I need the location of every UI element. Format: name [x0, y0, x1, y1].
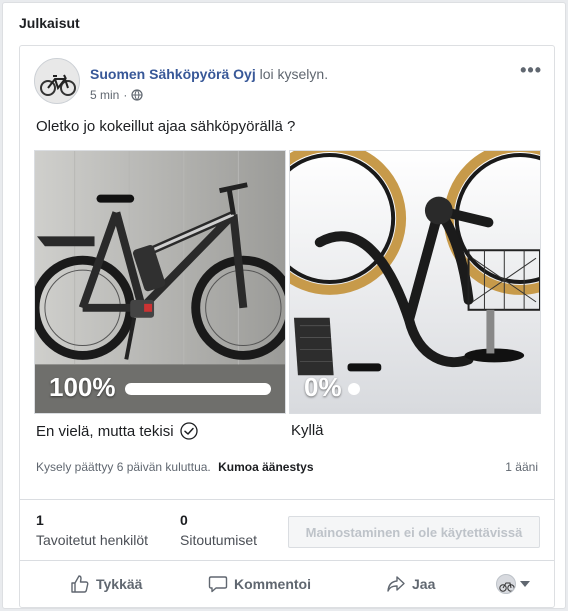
thumbs-up-icon — [71, 575, 89, 593]
poll-option-2-percent: 0% — [304, 372, 342, 402]
comment-label: Kommentoi — [234, 576, 311, 592]
poll-option-2[interactable]: 0% — [289, 150, 541, 414]
engagement-stat[interactable]: 0 Sitoutumiset — [180, 512, 257, 548]
poll-option-1-bar-fill — [125, 383, 271, 395]
poll-option-2-text: Kyllä — [291, 422, 324, 439]
page-avatar[interactable] — [34, 58, 80, 104]
reach-stat[interactable]: 1 Tavoitetut henkilöt — [36, 512, 148, 548]
vote-count[interactable]: 1 ääni — [505, 460, 538, 474]
divider — [20, 560, 554, 561]
globe-icon[interactable] — [131, 89, 143, 101]
undo-vote-link[interactable]: Kumoa äänestys — [218, 460, 313, 474]
poll-footer: Kysely päättyy 6 päivän kuluttua. Kumoa … — [36, 460, 538, 474]
post-author-line: Suomen Sähköpyörä Oyj loi kyselyn. — [90, 66, 328, 82]
posts-panel: Julkaisut Suomen Sähköpyörä Oyj loi kyse… — [2, 2, 566, 609]
poll-option-2-bar-fill — [348, 383, 360, 395]
reach-value: 1 — [36, 512, 44, 528]
page-mini-avatar — [496, 574, 516, 594]
chevron-down-icon — [520, 581, 530, 587]
poll-option-1-label[interactable]: En vielä, mutta tekisi — [36, 422, 198, 440]
more-dots-icon[interactable]: ••• — [520, 60, 542, 81]
engagement-label: Sitoutumiset — [180, 532, 258, 548]
like-label: Tykkää — [96, 576, 143, 592]
post-actions: Tykkää Kommentoi Jaa — [20, 566, 554, 602]
section-title: Julkaisut — [19, 15, 80, 31]
checkmark-circle-icon — [179, 422, 198, 440]
comment-button[interactable]: Kommentoi — [208, 566, 311, 602]
poll-end-text: Kysely päättyy 6 päivän kuluttua. — [36, 460, 211, 474]
post-action-text: loi kyselyn. — [259, 66, 329, 82]
share-label: Jaa — [412, 576, 436, 592]
meta-separator: · — [123, 88, 128, 102]
post-meta: 5 min · — [90, 88, 143, 102]
promote-button[interactable]: Mainostaminen ei ole käytettävissä — [288, 516, 540, 548]
poll-option-1-percent: 100% — [49, 372, 116, 402]
poll-option-1-text: En vielä, mutta tekisi — [36, 422, 174, 440]
poll-option-2-bar — [348, 383, 526, 395]
share-arrow-icon — [387, 576, 405, 592]
bike-avatar-image — [35, 59, 79, 103]
engagement-value: 0 — [180, 512, 188, 528]
share-button[interactable]: Jaa — [386, 566, 435, 602]
comment-icon — [208, 576, 228, 593]
poll-option-1[interactable]: 100% — [34, 150, 286, 414]
poll-option-1-bar — [125, 383, 271, 395]
author-link[interactable]: Suomen Sähköpyörä Oyj — [90, 66, 256, 82]
divider — [20, 499, 554, 500]
like-button[interactable]: Tykkää — [70, 566, 142, 602]
post-time[interactable]: 5 min — [90, 88, 119, 102]
page-selector-button[interactable] — [496, 566, 530, 602]
bike-avatar-image — [499, 582, 515, 592]
poll-question: Oletko jo kokeillut ajaa sähköpyörällä ? — [36, 118, 296, 135]
poll-option-2-label[interactable]: Kyllä — [291, 422, 324, 439]
reach-label: Tavoitetut henkilöt — [36, 532, 149, 548]
post-card: Suomen Sähköpyörä Oyj loi kyselyn. 5 min… — [19, 45, 555, 608]
